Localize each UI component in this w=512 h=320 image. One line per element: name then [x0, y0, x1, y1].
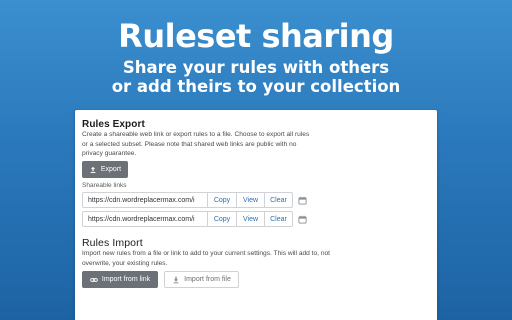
copy-link-button[interactable]: Copy [208, 211, 237, 227]
shareable-link-field[interactable]: https://cdn.wordreplacermax.com/i [82, 192, 208, 208]
shareable-links-label: Shareable links [82, 182, 127, 189]
hero-title: Ruleset sharing [118, 17, 394, 55]
hero-subtitle-line1: Share your rules with others [122, 58, 390, 77]
export-title: Rules Export [82, 119, 145, 130]
import-title: Rules Import [82, 237, 143, 249]
link-icon [90, 277, 98, 282]
import-description: Import new rules from a file or link to … [82, 250, 330, 267]
download-icon [173, 276, 179, 283]
export-button-label: Export [100, 166, 122, 173]
export-button[interactable]: Export [82, 161, 128, 178]
import-from-file-button[interactable]: Import from file [164, 271, 239, 288]
import-from-link-label: Import from link [101, 276, 151, 283]
shareable-link-row: https://cdn.wordreplacermax.com/i Copy V… [82, 211, 307, 227]
upload-icon [90, 166, 96, 173]
shareable-link-field[interactable]: https://cdn.wordreplacermax.com/i [82, 211, 208, 227]
import-from-file-label: Import from file [184, 276, 231, 283]
view-link-button[interactable]: View [237, 192, 265, 208]
view-link-button[interactable]: View [237, 211, 265, 227]
calendar-icon[interactable] [298, 215, 307, 224]
copy-link-button[interactable]: Copy [208, 192, 237, 208]
import-from-link-button[interactable]: Import from link [82, 271, 158, 288]
export-description: Create a shareable web link or export ru… [82, 131, 310, 157]
calendar-icon[interactable] [298, 196, 307, 205]
shareable-link-row: https://cdn.wordreplacermax.com/i Copy V… [82, 192, 307, 208]
sharing-panel: Rules Export Create a shareable web link… [75, 110, 437, 320]
clear-link-button[interactable]: Clear [265, 211, 293, 227]
hero-subtitle-line2: or add theirs to your collection [111, 77, 401, 96]
clear-link-button[interactable]: Clear [265, 192, 293, 208]
